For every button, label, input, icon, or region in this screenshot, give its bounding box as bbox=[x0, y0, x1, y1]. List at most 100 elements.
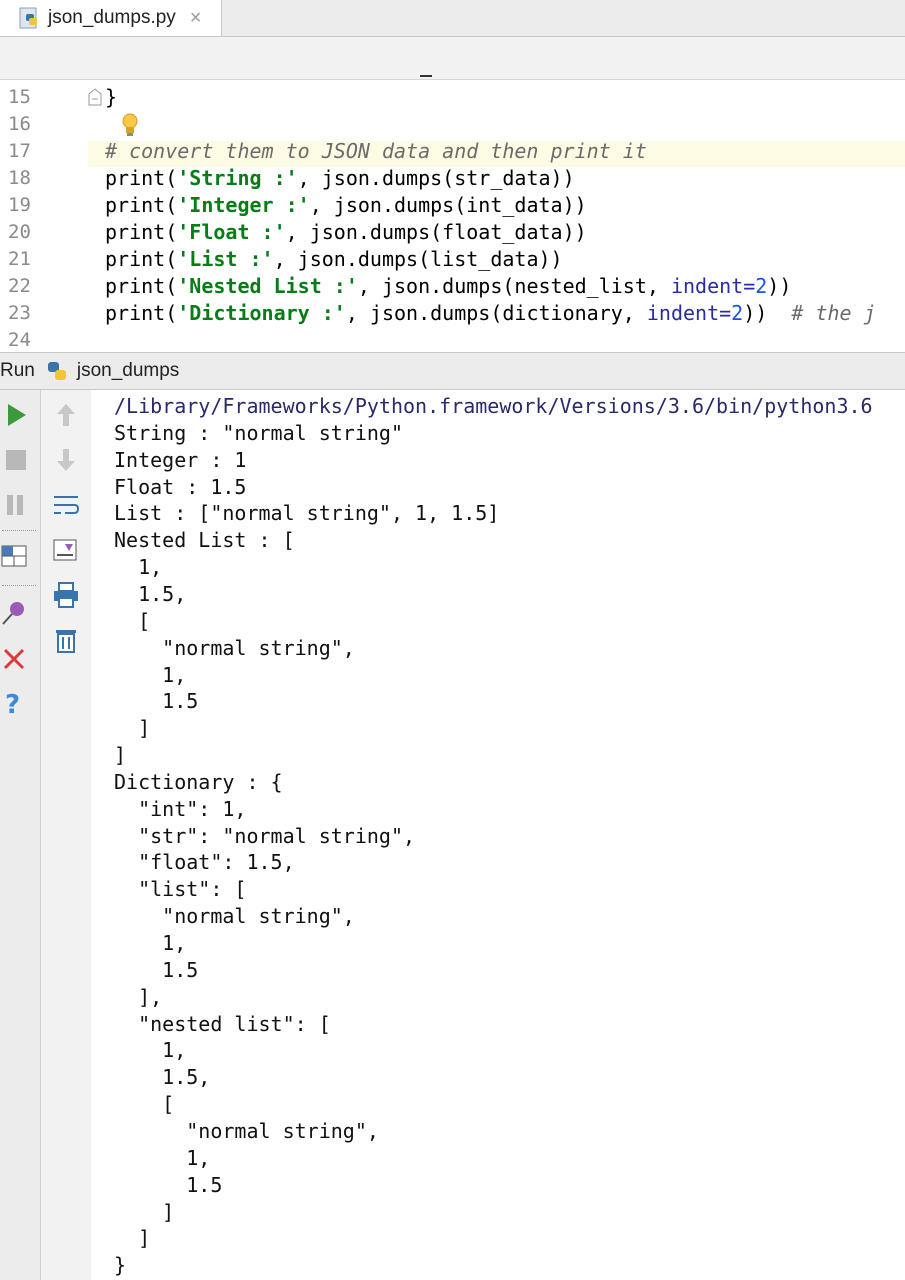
code-token: print( bbox=[105, 274, 178, 298]
code-line-19: print('Integer :', json.dumps(int_data)) bbox=[105, 193, 587, 217]
run-config-name[interactable]: json_dumps bbox=[77, 360, 179, 382]
toolbar-separator bbox=[2, 585, 36, 586]
line-number: 16 bbox=[8, 113, 31, 135]
code-string: 'Nested List :' bbox=[177, 274, 358, 298]
code-comment: # the j bbox=[767, 301, 876, 325]
console-line: Float : 1.5 bbox=[114, 474, 247, 499]
line-number: 18 bbox=[8, 167, 31, 189]
code-token: print( bbox=[105, 166, 178, 190]
code-token: print( bbox=[105, 193, 178, 217]
console-line: ] bbox=[114, 1226, 151, 1251]
line-number: 22 bbox=[8, 275, 31, 297]
help-icon[interactable]: ? bbox=[0, 688, 30, 718]
console-line: ] bbox=[114, 716, 151, 741]
breadcrumb-bar bbox=[0, 37, 905, 80]
code-token: , json.dumps(dictionary, bbox=[345, 301, 647, 325]
console-line: "list": [ bbox=[114, 877, 247, 902]
code-token: , json.dumps(nested_list, bbox=[357, 274, 671, 298]
line-number: 17 bbox=[8, 140, 31, 162]
code-editor[interactable]: 15 16 17 18 19 20 21 22 23 24 } # conver… bbox=[0, 80, 905, 351]
console-line: ] bbox=[114, 743, 127, 768]
code-line-15: } bbox=[105, 85, 118, 109]
code-line-23: print('Dictionary :', json.dumps(diction… bbox=[105, 301, 876, 325]
code-token: print( bbox=[105, 301, 178, 325]
console-line: } bbox=[114, 1253, 127, 1278]
console-line: String : "normal string" bbox=[114, 420, 403, 445]
pin-icon[interactable] bbox=[0, 598, 30, 628]
code-token: print( bbox=[105, 220, 178, 244]
console-line: "normal string", bbox=[114, 904, 355, 929]
editor-tab-bar: json_dumps.py × bbox=[0, 0, 905, 37]
arrow-up-icon[interactable] bbox=[51, 400, 81, 430]
code-param: indent= bbox=[646, 301, 732, 325]
code-string: 'List :' bbox=[177, 247, 274, 271]
console-line: Nested List : [ bbox=[114, 528, 295, 553]
arrow-down-icon[interactable] bbox=[51, 445, 81, 475]
python-file-icon bbox=[19, 7, 37, 29]
console-line: Integer : 1 bbox=[114, 447, 247, 472]
code-number: 2 bbox=[731, 301, 744, 325]
run-toolbar: ? bbox=[0, 390, 41, 1280]
print-icon[interactable] bbox=[51, 580, 81, 610]
trash-icon[interactable] bbox=[51, 625, 81, 655]
console-line: [ bbox=[114, 608, 151, 633]
code-line-22: print('Nested List :', json.dumps(nested… bbox=[105, 274, 791, 298]
line-number: 15 bbox=[8, 86, 31, 108]
console-line: 1.5 bbox=[114, 689, 199, 714]
line-number: 19 bbox=[8, 194, 31, 216]
toolbar-separator bbox=[2, 530, 36, 531]
code-string: 'Integer :' bbox=[177, 193, 310, 217]
code-token: print( bbox=[105, 247, 178, 271]
console-line: "int": 1, bbox=[114, 796, 247, 821]
code-line-21: print('List :', json.dumps(list_data)) bbox=[105, 247, 563, 271]
console-output[interactable]: /Library/Frameworks/Python.framework/Ver… bbox=[92, 390, 905, 1280]
code-line-18: print('String :', json.dumps(str_data)) bbox=[105, 166, 575, 190]
code-token: , json.dumps(list_data)) bbox=[273, 247, 563, 271]
console-line: "str": "normal string", bbox=[114, 823, 416, 848]
console-line: "float": 1.5, bbox=[114, 850, 295, 875]
stop-icon[interactable] bbox=[2, 445, 32, 475]
console-line: List : ["normal string", 1, 1.5] bbox=[114, 501, 500, 526]
console-line: 1.5 bbox=[114, 1172, 223, 1197]
tab-label: json_dumps.py bbox=[48, 7, 176, 28]
code-string: 'Dictionary :' bbox=[177, 301, 346, 325]
console-line: ], bbox=[114, 984, 163, 1009]
console-line: 1.5, bbox=[114, 1065, 211, 1090]
line-number: 23 bbox=[8, 302, 31, 324]
console-line: 1, bbox=[114, 1038, 187, 1063]
tab-json-dumps[interactable]: json_dumps.py × bbox=[0, 0, 222, 36]
console-line: 1.5 bbox=[114, 957, 199, 982]
layout-icon[interactable] bbox=[0, 542, 30, 572]
console-line: 1.5, bbox=[114, 581, 187, 606]
pause-icon[interactable] bbox=[2, 490, 32, 520]
close-icon[interactable] bbox=[0, 645, 30, 675]
scroll-to-end-icon[interactable] bbox=[51, 535, 81, 565]
line-number: 20 bbox=[8, 221, 31, 243]
lightbulb-icon[interactable] bbox=[120, 112, 140, 138]
code-token: , json.dumps(float_data)) bbox=[285, 220, 587, 244]
console-line: "normal string", bbox=[114, 1118, 379, 1143]
code-token: , json.dumps(int_data)) bbox=[309, 193, 587, 217]
tab-close-icon[interactable]: × bbox=[190, 7, 202, 30]
console-line: "normal string", bbox=[114, 635, 355, 660]
console-line: "nested list": [ bbox=[114, 1011, 331, 1036]
code-line-17: # convert them to JSON data and then pri… bbox=[105, 139, 647, 163]
line-number: 24 bbox=[8, 329, 31, 351]
console-line: [ bbox=[114, 1092, 175, 1117]
code-token: )) bbox=[743, 301, 768, 325]
code-string: 'Float :' bbox=[177, 220, 286, 244]
run-toolwindow-header: Run json_dumps bbox=[0, 352, 905, 390]
console-toolbar bbox=[41, 390, 91, 1280]
run-icon[interactable] bbox=[2, 400, 32, 430]
code-token: , json.dumps(str_data)) bbox=[297, 166, 575, 190]
code-comment: # convert them to JSON data and then pri… bbox=[105, 139, 647, 163]
svg-text:?: ? bbox=[5, 690, 20, 718]
interpreter-path: /Library/Frameworks/Python.framework/Ver… bbox=[114, 394, 873, 418]
console-line: Dictionary : { bbox=[114, 769, 283, 794]
line-number-gutter: 15 16 17 18 19 20 21 22 23 24 bbox=[0, 80, 88, 351]
soft-wrap-icon[interactable] bbox=[51, 490, 81, 520]
code-param: indent= bbox=[670, 274, 756, 298]
code-token: )) bbox=[767, 274, 792, 298]
fold-marker-icon[interactable] bbox=[88, 88, 102, 106]
code-number: 2 bbox=[755, 274, 768, 298]
